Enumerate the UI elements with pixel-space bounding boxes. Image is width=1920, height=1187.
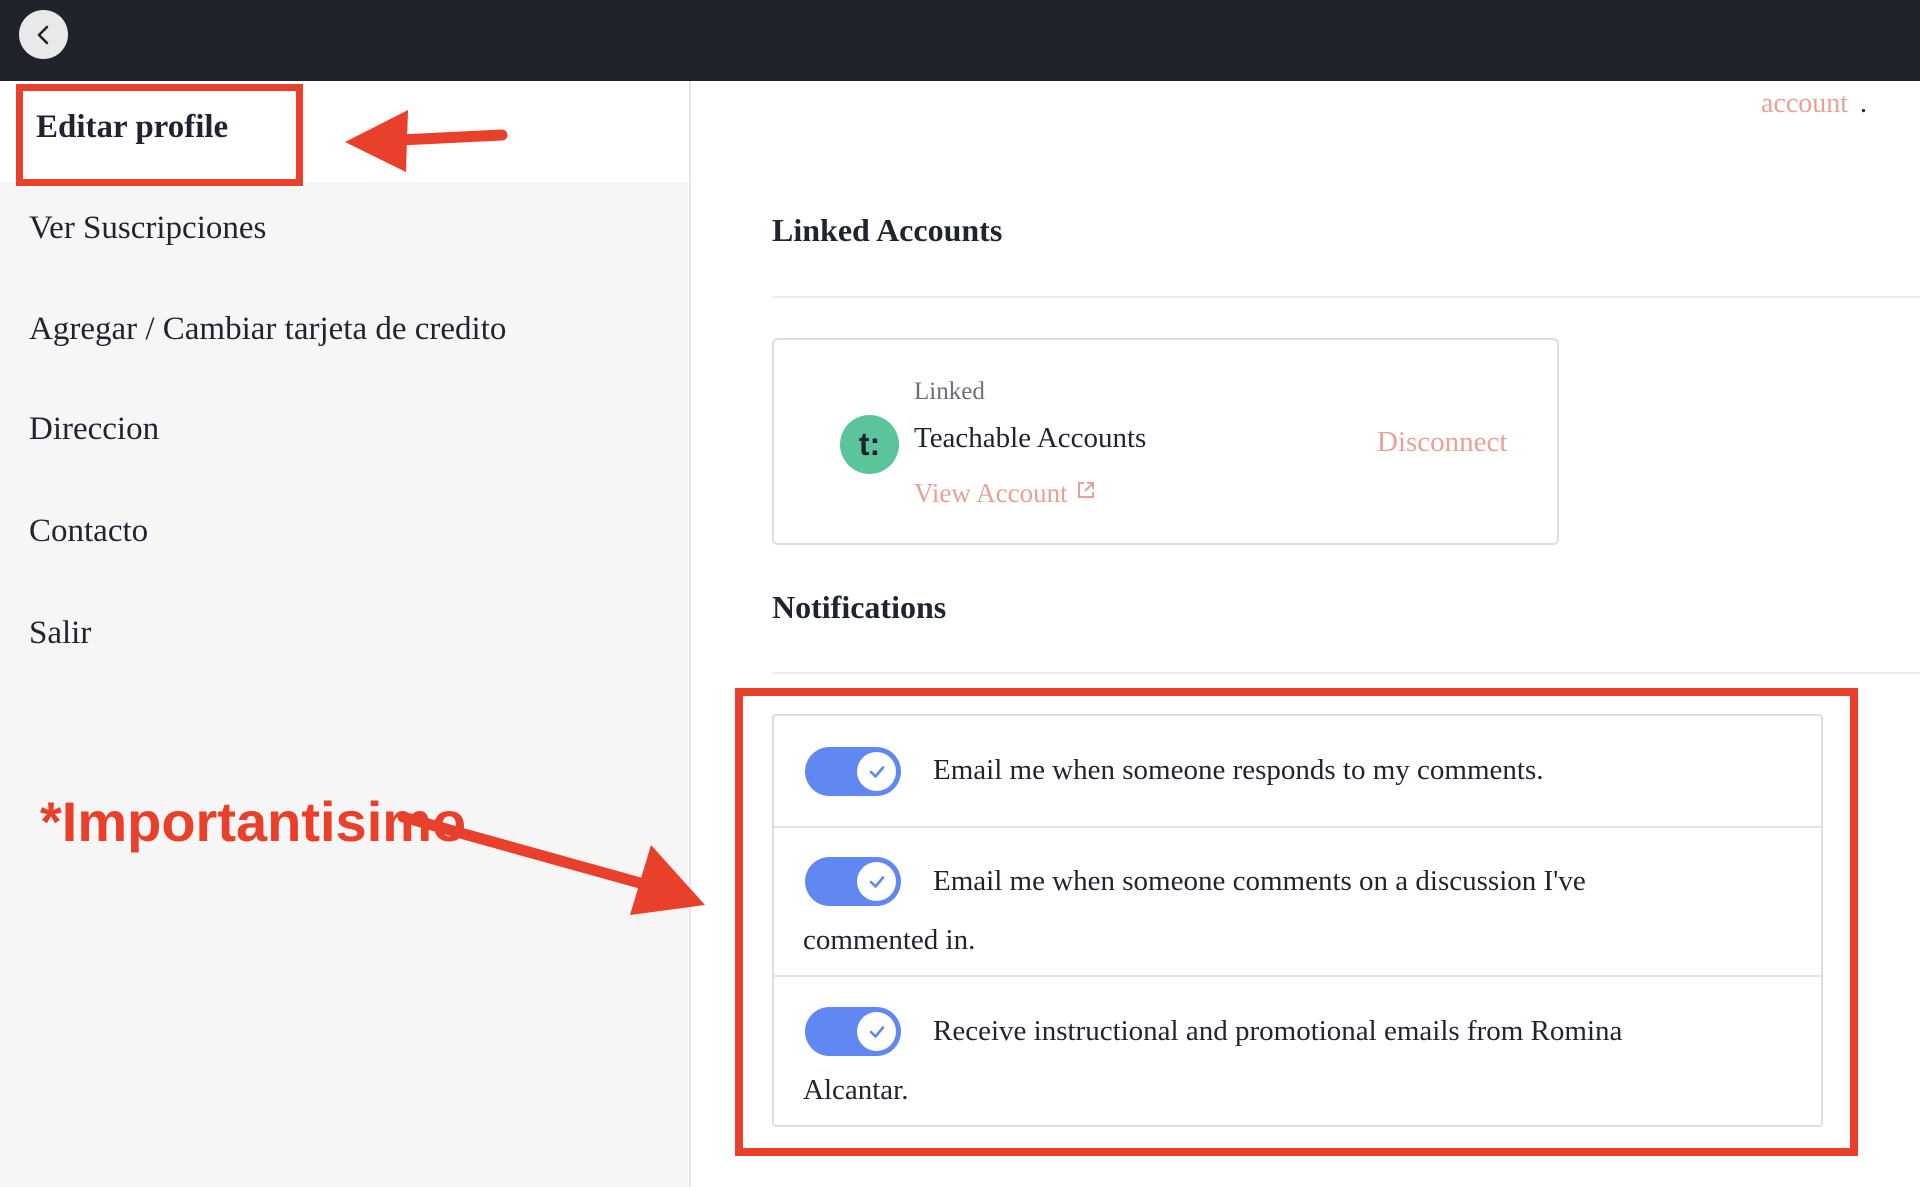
divider	[772, 296, 1920, 298]
notifications-title: Notifications	[772, 589, 947, 625]
external-link-icon	[1077, 482, 1094, 498]
chevron-left-icon	[37, 25, 48, 44]
sidebar: Editar profile Ver Suscripciones Agregar…	[0, 81, 691, 1187]
view-account-label: View Account	[914, 478, 1068, 508]
sidebar-item-direccion[interactable]: Direccion	[29, 411, 159, 448]
linked-account-card: t: Linked Teachable Accounts View Accoun…	[772, 338, 1559, 545]
notification-text: Receive instructional and promotional em…	[803, 1015, 1623, 1106]
sidebar-item-ver-suscripciones[interactable]: Ver Suscripciones	[29, 210, 266, 247]
notifications-list: Email me when someone responds to my com…	[772, 714, 1823, 1127]
avatar: t:	[840, 415, 899, 474]
annotation-box-profile	[16, 84, 303, 186]
sidebar-item-tarjeta-credito[interactable]: Agregar / Cambiar tarjeta de credito	[29, 311, 506, 348]
account-link[interactable]: account	[1761, 88, 1848, 120]
annotation-arrow-notifications	[397, 811, 705, 915]
view-account-link[interactable]: View Account	[914, 478, 1096, 509]
list-item: Email me when someone responds to my com…	[774, 716, 1821, 826]
list-item: Email me when someone comments on a disc…	[774, 826, 1821, 977]
notification-text: Email me when someone responds to my com…	[933, 754, 1544, 786]
account-period: .	[1860, 88, 1867, 119]
sidebar-item-salir[interactable]: Salir	[29, 615, 91, 652]
back-button[interactable]	[19, 10, 68, 59]
sidebar-item-contacto[interactable]: Contacto	[29, 513, 148, 550]
annotation-arrow-profile	[345, 110, 508, 172]
divider	[772, 672, 1920, 674]
top-bar	[0, 0, 1920, 81]
list-item: Receive instructional and promotional em…	[774, 975, 1821, 1127]
linked-accounts-title: Linked Accounts	[772, 212, 1003, 248]
linked-account-name: Teachable Accounts	[914, 422, 1147, 454]
linked-status-label: Linked	[914, 378, 985, 405]
disconnect-button[interactable]: Disconnect	[1377, 426, 1507, 459]
notification-text: Email me when someone comments on a disc…	[803, 865, 1586, 956]
